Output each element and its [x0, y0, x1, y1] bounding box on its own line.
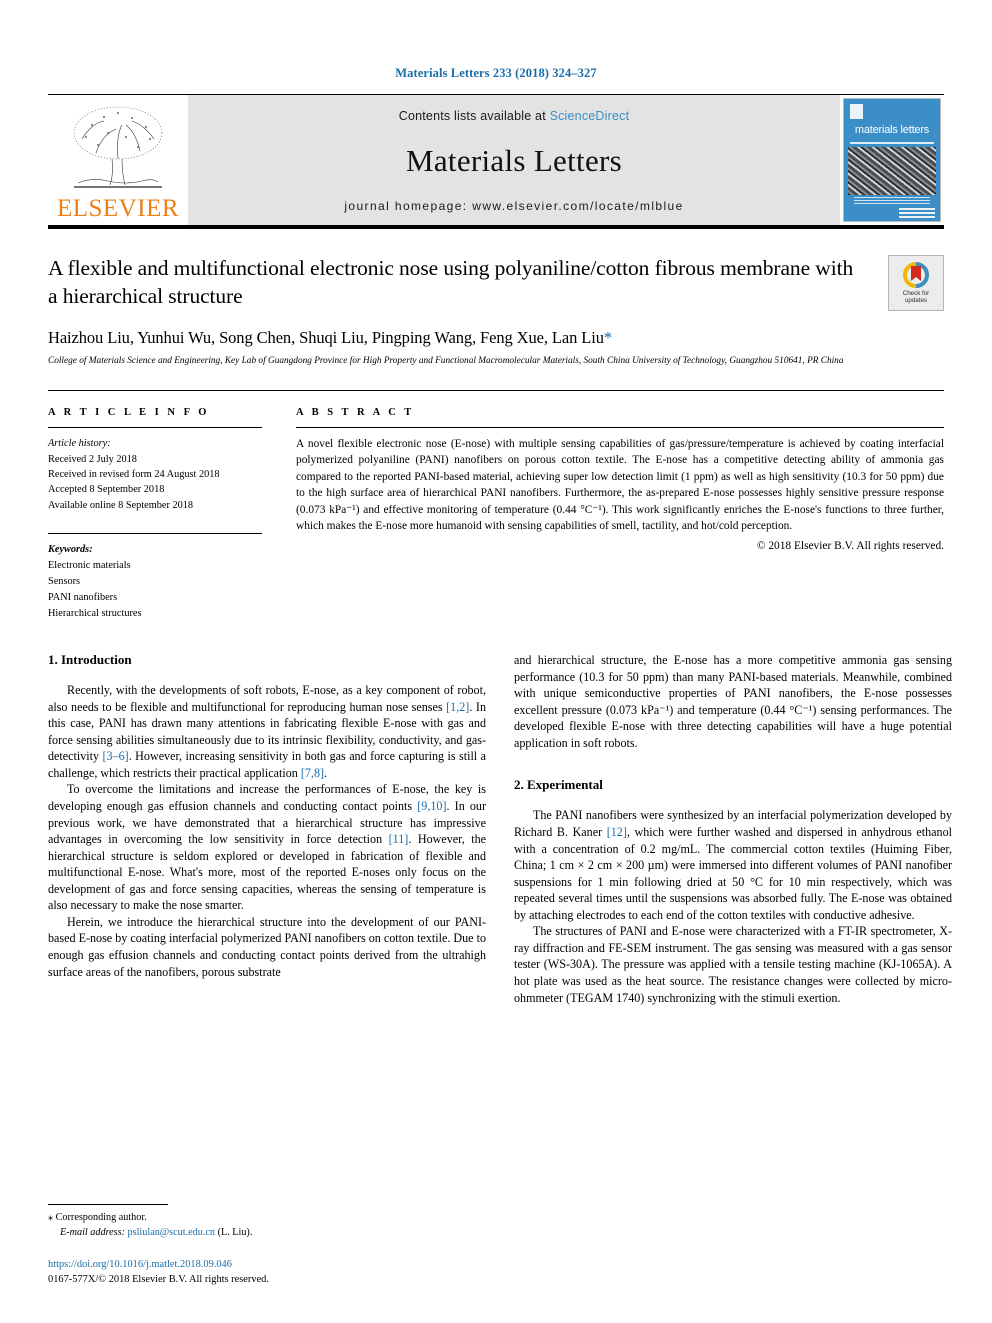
citation-ref[interactable]: [11] — [389, 832, 409, 846]
crossmark-badge[interactable]: Check for updates — [888, 255, 944, 311]
crossmark-line1: Check for — [902, 289, 930, 297]
intro-paragraph-2: To overcome the limitations and increase… — [48, 781, 486, 914]
article-info-heading: A R T I C L E I N F O — [48, 407, 210, 419]
sciencedirect-link[interactable]: ScienceDirect — [550, 109, 630, 123]
section-heading-introduction: 1. Introduction — [48, 652, 132, 668]
article-info-rule — [48, 427, 262, 429]
elsevier-tree-icon — [73, 106, 163, 188]
journal-homepage-line[interactable]: journal homepage: www.elsevier.com/locat… — [344, 199, 683, 213]
citation-ref[interactable]: [9,10] — [417, 799, 446, 813]
history-accepted: Accepted 8 September 2018 — [48, 484, 165, 496]
history-revised: Received in revised form 24 August 2018 — [48, 468, 220, 480]
article-history-label: Article history: — [48, 438, 111, 450]
keywords-label: Keywords: — [48, 544, 93, 556]
issn-copyright-line: 0167-577X/© 2018 Elsevier B.V. All right… — [48, 1273, 269, 1285]
cover-image: materials letters — [843, 98, 941, 222]
crossmark-label: Check for updates — [903, 290, 929, 304]
keyword-item: Sensors — [48, 576, 81, 588]
citation-ref[interactable]: [1,2] — [446, 700, 469, 714]
contents-prefix: Contents lists available at — [398, 109, 546, 123]
email-line: E-mail address: psliulan@scut.edu.cn (L.… — [48, 1226, 486, 1241]
doi-link[interactable]: https://doi.org/10.1016/j.matlet.2018.09… — [48, 1257, 486, 1272]
page-title: A flexible and multifunctional electroni… — [48, 256, 854, 308]
journal-masthead: ELSEVIER Contents lists available at Sci… — [48, 94, 944, 225]
history-available-online: Available online 8 September 2018 — [48, 499, 194, 511]
footnote-rule — [48, 1204, 168, 1206]
affiliation: College of Materials Science and Enginee… — [48, 355, 844, 366]
citation-ref[interactable]: [12] — [607, 825, 627, 839]
author-list: Haizhou Liu, Yunhui Wu, Song Chen, Shuqi… — [48, 328, 944, 348]
author-names: Haizhou Liu, Yunhui Wu, Song Chen, Shuqi… — [48, 327, 604, 347]
citation-ref[interactable]: [7,8] — [301, 766, 324, 780]
abstract-copyright: © 2018 Elsevier B.V. All rights reserved… — [756, 539, 944, 552]
elsevier-wordmark: ELSEVIER — [56, 195, 180, 222]
paper-page: Materials Letters 233 (2018) 324–327 ELS… — [0, 0, 992, 1323]
corresponding-author-marker: * — [603, 327, 613, 347]
keywords-rule — [48, 533, 262, 535]
journal-title: Materials Letters — [406, 143, 622, 178]
abstract-heading: A B S T R A C T — [296, 407, 415, 419]
cover-journal-name: materials letters — [854, 124, 930, 136]
citation-ref[interactable]: [3–6] — [103, 749, 129, 763]
cover-elsevier-icon — [850, 104, 863, 119]
abstract-rule — [296, 427, 944, 429]
contents-lists-line: Contents lists available at ScienceDirec… — [399, 109, 630, 123]
intro-paragraph-4-continued: and hierarchical structure, the E-nose h… — [514, 653, 952, 750]
keyword-item: Electronic materials — [48, 560, 131, 572]
abstract-column: A B S T R A C T A novel flexible electro… — [280, 391, 944, 622]
masthead-center: Contents lists available at ScienceDirec… — [188, 95, 840, 225]
exp-p1-part-b: , which were further washed and disperse… — [514, 824, 952, 922]
cover-caption-lines — [854, 197, 930, 206]
crossmark-line2: updates — [904, 297, 927, 304]
info-abstract-block: A R T I C L E I N F O Article history: R… — [48, 390, 944, 622]
masthead-bottom-rule — [48, 225, 944, 229]
journal-cover-thumbnail: materials letters — [840, 95, 944, 225]
intro-paragraph-3: Herein, we introduce the hierarchical st… — [48, 914, 486, 979]
article-info-column: A R T I C L E I N F O Article history: R… — [48, 391, 280, 622]
experimental-paragraph-2: The structures of PANI and E-nose were c… — [514, 924, 952, 1005]
title-block: A flexible and multifunctional electroni… — [48, 255, 944, 368]
email-link[interactable]: psliulan@scut.edu.cn — [128, 1227, 215, 1238]
intro-p1-part-a: Recently, with the developments of soft … — [48, 683, 486, 714]
running-head: Materials Letters 233 (2018) 324–327 — [395, 66, 597, 80]
history-received: Received 2 July 2018 — [48, 453, 137, 465]
experimental-paragraph-1: The PANI nanofibers were synthesized by … — [514, 807, 952, 923]
email-owner: (L. Liu). — [217, 1227, 253, 1239]
page-footnote: ⁎ Corresponding author. E-mail address: … — [48, 1204, 486, 1287]
body-columns: 1. Introduction Recently, with the devel… — [48, 652, 952, 1006]
email-label: E-mail address: — [60, 1227, 125, 1239]
left-column: 1. Introduction Recently, with the devel… — [48, 652, 486, 1006]
intro-paragraph-1: Recently, with the developments of soft … — [48, 682, 486, 781]
abstract-text: A novel flexible electronic nose (E-nose… — [296, 438, 944, 533]
elsevier-logo: ELSEVIER — [48, 95, 188, 225]
cover-publisher-mark — [899, 208, 935, 218]
keyword-item: PANI nanofibers — [48, 592, 118, 604]
cover-micrograph-image — [848, 147, 936, 195]
right-column: and hierarchical structure, the E-nose h… — [514, 652, 952, 1006]
section-heading-experimental: 2. Experimental — [514, 777, 603, 793]
keyword-item: Hierarchical structures — [48, 608, 142, 620]
crossmark-icon — [903, 261, 929, 288]
intro-p1-part-d: . — [324, 765, 328, 780]
corresponding-author-note: ⁎ Corresponding author. — [48, 1212, 147, 1224]
cover-divider — [850, 142, 934, 144]
